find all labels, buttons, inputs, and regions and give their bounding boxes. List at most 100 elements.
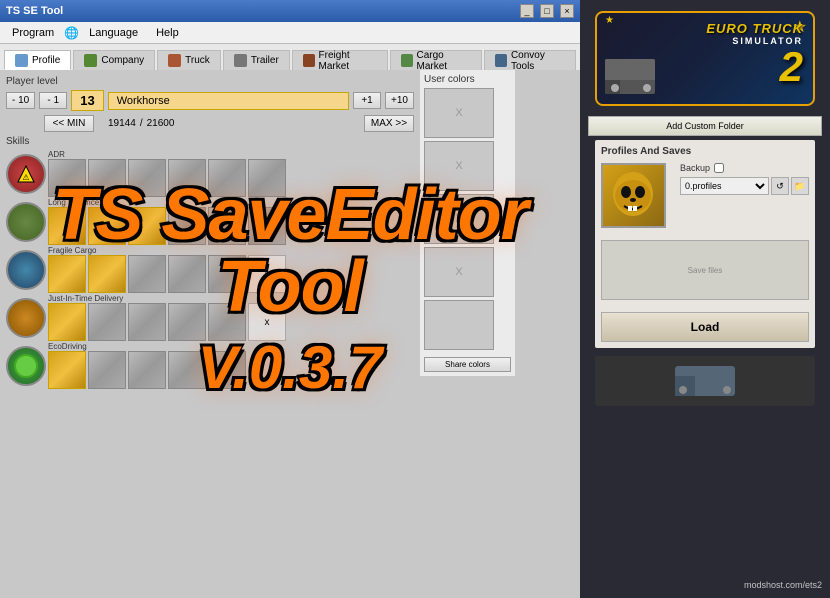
adr-skill-2 (88, 159, 126, 197)
profiles-panel: Profiles And Saves (595, 140, 815, 348)
color-swatch-1[interactable]: X (424, 88, 494, 138)
color-swatch-4[interactable]: X (424, 247, 494, 297)
color-swatch-2[interactable]: X (424, 141, 494, 191)
tab-freight-market[interactable]: Freight Market (292, 50, 388, 70)
minus1-button[interactable]: - 1 (39, 92, 67, 109)
profile-content: Player level - 10 - 1 13 Workhorse +1 +1… (0, 70, 420, 396)
ld-skill-5 (208, 207, 246, 245)
fragile-label: Fragile Cargo (48, 246, 286, 255)
color-swatch-5[interactable] (424, 300, 494, 350)
load-button[interactable]: Load (601, 312, 809, 342)
add-folder-button[interactable]: Add Custom Folder (588, 116, 822, 136)
xp-current: 19144 (108, 118, 136, 129)
menu-program[interactable]: Program (4, 25, 62, 41)
jit-skill-1 (48, 303, 86, 341)
skills-label: Skills (6, 136, 414, 147)
ld-skill-3 (128, 207, 166, 245)
level-display: 13 (71, 90, 103, 111)
cargo-icon (401, 54, 413, 67)
profiles-dropdown[interactable]: 0.profiles (680, 177, 769, 195)
plus10-button[interactable]: +10 (385, 92, 414, 109)
maximize-button[interactable]: □ (540, 4, 554, 18)
adr-skill-4 (168, 159, 206, 197)
tab-truck[interactable]: Truck (157, 50, 221, 70)
menu-language[interactable]: Language (81, 25, 146, 41)
profile-icon (15, 54, 28, 67)
language-icon: 🌐 (64, 26, 79, 40)
minimize-button[interactable]: _ (520, 4, 534, 18)
menu-help[interactable]: Help (148, 25, 187, 41)
jit-skill-5 (208, 303, 246, 341)
jit-x-btn[interactable]: x (248, 303, 286, 341)
minus10-button[interactable]: - 10 (6, 92, 35, 109)
xp-separator: / (140, 118, 143, 129)
adr-skill-5 (208, 159, 246, 197)
svg-text:⚠: ⚠ (22, 173, 29, 182)
long-distance-icon (6, 202, 46, 242)
profile-refresh-button[interactable]: ↺ (771, 177, 789, 195)
ets2-logo: ★ ★ EURO TRUCK SIMULATOR 2 (595, 8, 815, 108)
jit-skill-4 (168, 303, 206, 341)
ecodriving-icon (6, 346, 46, 386)
profiles-title: Profiles And Saves (601, 146, 809, 157)
user-colors-label: User colors (424, 74, 511, 85)
xp-max: 21600 (147, 118, 175, 129)
ld-skill-1 (48, 207, 86, 245)
share-colors-button[interactable]: Share colors (424, 357, 511, 372)
fc-skill-4 (168, 255, 206, 293)
trailer-icon (234, 54, 247, 67)
backup-label: Backup (680, 163, 710, 173)
eco-skill-1 (48, 351, 86, 389)
adr-row-icon: ⚠ (6, 154, 46, 194)
menu-bar: Program 🌐 Language Help (0, 22, 580, 44)
profile-folder-button[interactable]: 📁 (791, 177, 809, 195)
company-icon (84, 54, 97, 67)
level-name: Workhorse (108, 92, 349, 110)
app-title: TS SE Tool (6, 5, 514, 17)
fc-skill-1 (48, 255, 86, 293)
fc-skill-2 (88, 255, 126, 293)
fc-x-btn[interactable]: x (248, 255, 286, 293)
min-button[interactable]: << MIN (44, 115, 94, 132)
plus1-button[interactable]: +1 (353, 92, 381, 109)
eco-skill-4 (168, 351, 206, 389)
player-level-row: - 10 - 1 13 Workhorse +1 +10 (6, 90, 414, 111)
eco-skill-2 (88, 351, 126, 389)
freight-icon (303, 54, 315, 67)
tab-convoy-tools[interactable]: Convoy Tools (484, 50, 576, 70)
long-distance-label: Long Distance (48, 198, 286, 207)
watermark: modshost.com/ets2 (744, 580, 822, 590)
fc-skill-5 (208, 255, 246, 293)
eco-skill-5 (208, 351, 246, 389)
backup-checkbox[interactable] (714, 163, 724, 173)
adr-skill-6 (248, 159, 286, 197)
fc-skill-3 (128, 255, 166, 293)
convoy-icon (495, 54, 507, 67)
ets2-title-line1: EURO TRUCK (706, 21, 803, 36)
user-colors-panel: User colors X X X X Share colors (420, 70, 515, 376)
tab-cargo-market[interactable]: Cargo Market (390, 50, 482, 70)
jit-icon (6, 298, 46, 338)
jit-label: Just-In-Time Delivery (48, 294, 286, 303)
tab-bar: Profile Company Truck Trailer Freight Ma… (0, 44, 580, 70)
adr-skill-1 (48, 159, 86, 197)
profile-avatar (601, 163, 666, 228)
fragile-icon (6, 250, 46, 290)
max-button[interactable]: MAX >> (364, 115, 414, 132)
tab-trailer[interactable]: Trailer (223, 50, 290, 70)
truck-icon (168, 54, 181, 67)
title-bar: TS SE Tool _ □ × (0, 0, 580, 22)
adr-skill-3 (128, 159, 166, 197)
ld-skill-6 (248, 207, 286, 245)
ecodriving-label: EcoDriving (48, 342, 246, 351)
ld-skill-4 (168, 207, 206, 245)
color-swatch-3[interactable]: X (424, 194, 494, 244)
jit-skill-3 (128, 303, 166, 341)
tab-company[interactable]: Company (73, 50, 155, 70)
close-button[interactable]: × (560, 4, 574, 18)
ets2-number: 2 (706, 46, 803, 88)
player-level-label: Player level (6, 76, 414, 87)
right-panel: ★ ★ EURO TRUCK SIMULATOR 2 Add Custom Fo… (580, 0, 830, 598)
tab-profile[interactable]: Profile (4, 50, 71, 70)
saves-area: Save files (601, 240, 809, 300)
